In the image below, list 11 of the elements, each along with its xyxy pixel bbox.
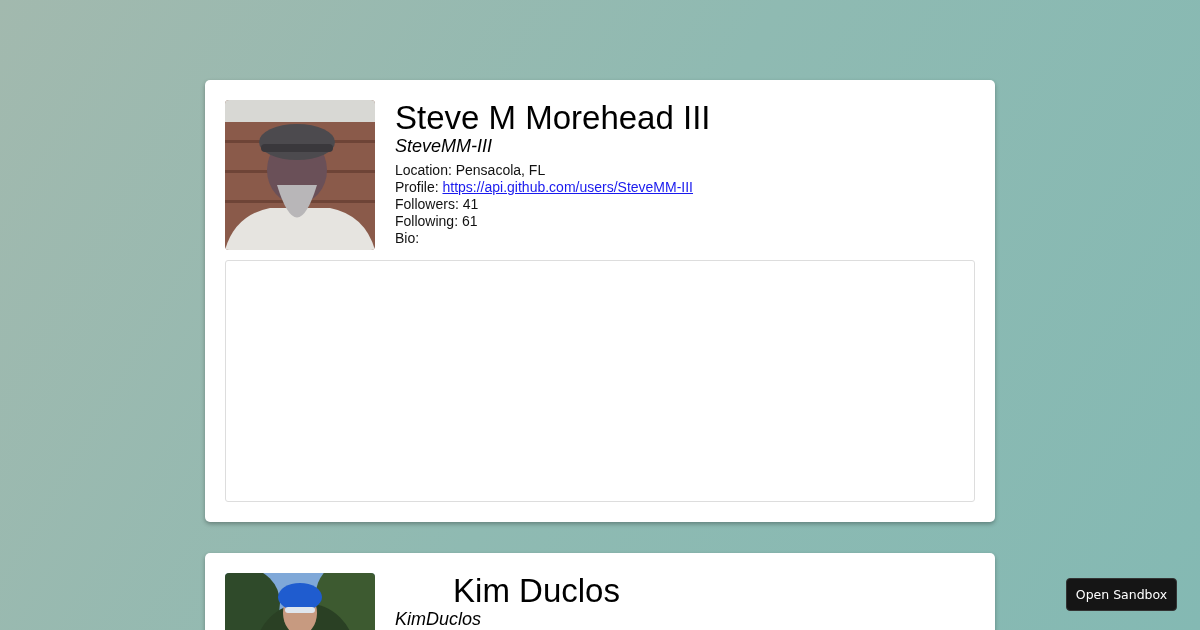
profile-link[interactable]: https://api.github.com/users/SteveMM-III [442, 179, 693, 195]
user-name: Steve M Morehead III [395, 100, 711, 136]
user-name: Kim Duclos [452, 573, 621, 609]
detail-text: Location: Pensacola, FL [395, 162, 547, 179]
detail-label: Bio: [395, 230, 421, 247]
user-login: KimDuclos [395, 609, 482, 629]
detail-text: Following: 61 [395, 213, 479, 230]
open-sandbox-button[interactable]: Open Sandbox [1066, 578, 1177, 611]
detail-label: Profile: [395, 179, 439, 195]
detail-text: Followers: 41 [395, 196, 480, 213]
user-login: SteveMM-III [395, 136, 492, 156]
